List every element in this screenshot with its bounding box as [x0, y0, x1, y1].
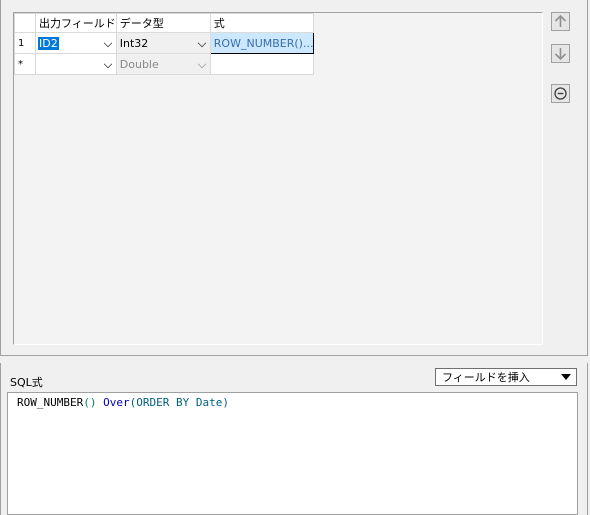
- sql-func: ROW_NUMBER: [17, 396, 84, 409]
- table-row: 1 ID2 Int32 ROW_NUMBER()...: [14, 32, 315, 54]
- remove-field-button[interactable]: [551, 84, 570, 103]
- table-header-row: 出力フィールド データ型 式: [14, 13, 315, 33]
- insert-field-dropdown[interactable]: フィールドを挿入: [435, 368, 577, 386]
- row-number-header: [14, 13, 36, 33]
- insert-field-dropdown-label: フィールドを挿入: [442, 371, 530, 384]
- row-number[interactable]: 1: [14, 32, 36, 54]
- column-header-data-type[interactable]: データ型: [115, 13, 211, 33]
- field-grid-panel: 出力フィールド データ型 式 1 ID2 Int32 ROW_NUMBER().…: [0, 0, 588, 356]
- data-type-value[interactable]: Int32: [117, 34, 209, 53]
- field-grid[interactable]: 出力フィールド データ型 式 1 ID2 Int32 ROW_NUMBER().…: [13, 12, 543, 345]
- move-up-button[interactable]: [551, 12, 570, 31]
- sql-over: Over: [103, 396, 130, 409]
- data-type-cell: Double: [115, 53, 211, 75]
- output-field-cell[interactable]: [35, 53, 117, 75]
- field-table: 出力フィールド データ型 式 1 ID2 Int32 ROW_NUMBER().…: [14, 13, 315, 75]
- chevron-down-icon[interactable]: [103, 38, 113, 47]
- arrow-up-icon: [554, 14, 567, 27]
- column-header-expression[interactable]: 式: [209, 13, 315, 33]
- new-row-marker[interactable]: *: [14, 53, 36, 75]
- expression-cell[interactable]: ROW_NUMBER()...: [209, 32, 315, 54]
- sql-paren: (): [83, 396, 97, 409]
- dropdown-triangle-icon: [561, 374, 571, 380]
- output-field-cell[interactable]: ID2: [35, 32, 117, 54]
- sql-panel: SQL式 フィールドを挿入 ROW_NUMBER() Over(ORDER BY…: [0, 363, 588, 515]
- table-row-new: * Double: [14, 53, 315, 75]
- sql-label: SQL式: [10, 376, 43, 389]
- data-type-value: Double: [119, 57, 159, 71]
- output-field-value[interactable]: ID2: [38, 36, 59, 50]
- data-type-cell[interactable]: Int32: [115, 32, 211, 54]
- sql-editor[interactable]: ROW_NUMBER() Over(ORDER BY Date): [7, 392, 578, 515]
- arrow-down-icon: [554, 48, 567, 61]
- move-down-button[interactable]: [551, 44, 570, 63]
- sql-order-clause: (ORDER BY Date): [129, 396, 229, 409]
- expression-cell[interactable]: [209, 53, 315, 75]
- minus-circle-icon: [554, 87, 567, 100]
- column-header-output-field[interactable]: 出力フィールド: [35, 13, 117, 33]
